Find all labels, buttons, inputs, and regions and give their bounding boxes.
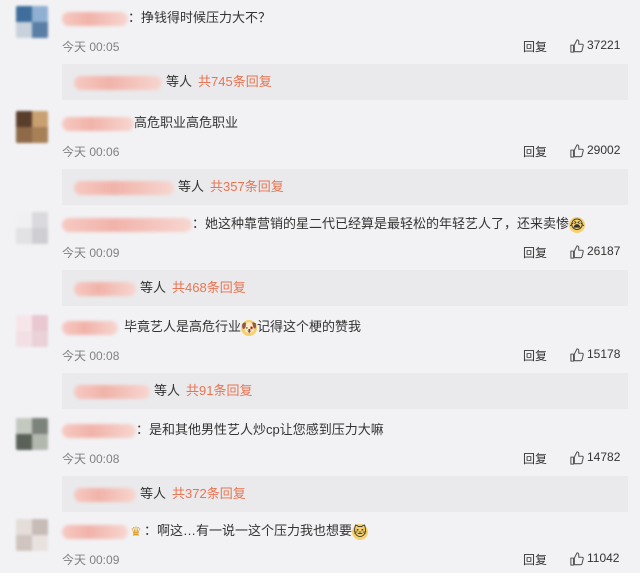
reply-usernames-blurred — [74, 384, 150, 399]
comment-text: 啊这…有一说一这个压力我也想要 — [157, 523, 353, 538]
doge-face-icon: 🐶 — [241, 319, 258, 336]
avatar[interactable] — [16, 111, 48, 143]
view-replies-link[interactable]: 共468条回复 — [172, 280, 246, 295]
replies-preview[interactable]: 等人 共468条回复 — [62, 270, 628, 306]
avatar[interactable] — [16, 418, 48, 450]
comment-time: 今天 00:05 — [62, 40, 120, 54]
reply-usernames-blurred — [74, 75, 162, 90]
avatar[interactable] — [16, 212, 48, 244]
reply-button[interactable]: 回复 — [523, 551, 547, 568]
view-replies-link[interactable]: 共91条回复 — [186, 383, 252, 398]
avatar[interactable] — [16, 315, 48, 347]
avatar[interactable] — [16, 6, 48, 38]
comment-text: 挣钱得时候压力大不？ — [141, 10, 272, 25]
view-replies-link[interactable]: 共372条回复 — [172, 486, 246, 501]
replies-who: 等人 — [140, 486, 167, 501]
replies-who: 等人 — [140, 280, 167, 295]
like-count: 26187 — [587, 244, 621, 258]
crying-face-icon: 😭 — [569, 216, 586, 233]
view-replies-link[interactable]: 共357条回复 — [210, 179, 284, 194]
comment-text: 毕竟艺人是高危行业 — [124, 319, 242, 334]
replies-preview[interactable]: 等人 共357条回复 — [62, 169, 628, 205]
cat-face-icon: 🐱 — [352, 523, 369, 540]
avatar[interactable] — [16, 519, 48, 551]
comment-time: 今天 00:08 — [62, 349, 120, 363]
replies-who: 等人 — [178, 179, 205, 194]
like-button[interactable]: 14782 — [570, 448, 620, 466]
thumbs-up-icon — [570, 348, 584, 362]
comment-text-continued: 记得这个梗的赞我 — [257, 319, 362, 334]
replies-who: 等人 — [154, 383, 181, 398]
replies-preview[interactable]: 等人 共745条回复 — [62, 64, 628, 100]
thumbs-up-icon — [570, 552, 584, 566]
reply-usernames-blurred — [74, 281, 136, 296]
reply-usernames-blurred — [74, 180, 174, 195]
username-blurred[interactable] — [62, 320, 118, 335]
replies-preview[interactable]: 等人 共372条回复 — [62, 476, 628, 512]
comment-time: 今天 00:09 — [62, 246, 120, 260]
reply-usernames-blurred — [74, 487, 136, 502]
like-button[interactable]: 11042 — [570, 549, 619, 567]
replies-preview[interactable]: 等人 共91条回复 — [62, 373, 628, 409]
reply-button[interactable]: 回复 — [523, 244, 547, 261]
username-blurred[interactable] — [62, 524, 128, 539]
thumbs-up-icon — [570, 39, 584, 53]
like-button[interactable]: 29002 — [570, 141, 620, 159]
like-button[interactable]: 37221 — [570, 36, 620, 54]
username-blurred[interactable] — [62, 11, 128, 26]
reply-button[interactable]: 回复 — [523, 347, 547, 364]
comment-text: 她这种靠营销的星二代已经算是最轻松的年轻艺人了，还来卖惨 — [205, 216, 570, 231]
view-replies-link[interactable]: 共745条回复 — [198, 74, 272, 89]
username-blurred[interactable] — [62, 217, 192, 232]
comment-time: 今天 00:06 — [62, 145, 120, 159]
like-button[interactable]: 26187 — [570, 242, 620, 260]
comment-text: 是和其他男性艺人炒cp让您感到压力大嘛 — [149, 422, 384, 437]
thumbs-up-icon — [570, 245, 584, 259]
reply-button[interactable]: 回复 — [523, 38, 547, 55]
crown-icon: ♛ — [130, 523, 142, 539]
thumbs-up-icon — [570, 451, 584, 465]
thumbs-up-icon — [570, 144, 584, 158]
like-count: 14782 — [587, 450, 621, 464]
like-button[interactable]: 15178 — [570, 345, 620, 363]
username-blurred[interactable] — [62, 116, 134, 131]
comment-time: 今天 00:08 — [62, 452, 120, 466]
like-count: 37221 — [587, 38, 621, 52]
comment-text: 高危职业高危职业 — [134, 115, 239, 130]
reply-button[interactable]: 回复 — [523, 143, 547, 160]
replies-who: 等人 — [166, 74, 193, 89]
like-count: 11042 — [587, 551, 620, 565]
like-count: 29002 — [587, 143, 621, 157]
username-blurred[interactable] — [62, 423, 136, 438]
reply-button[interactable]: 回复 — [523, 450, 547, 467]
like-count: 15178 — [587, 347, 621, 361]
comment-time: 今天 00:09 — [62, 553, 120, 567]
